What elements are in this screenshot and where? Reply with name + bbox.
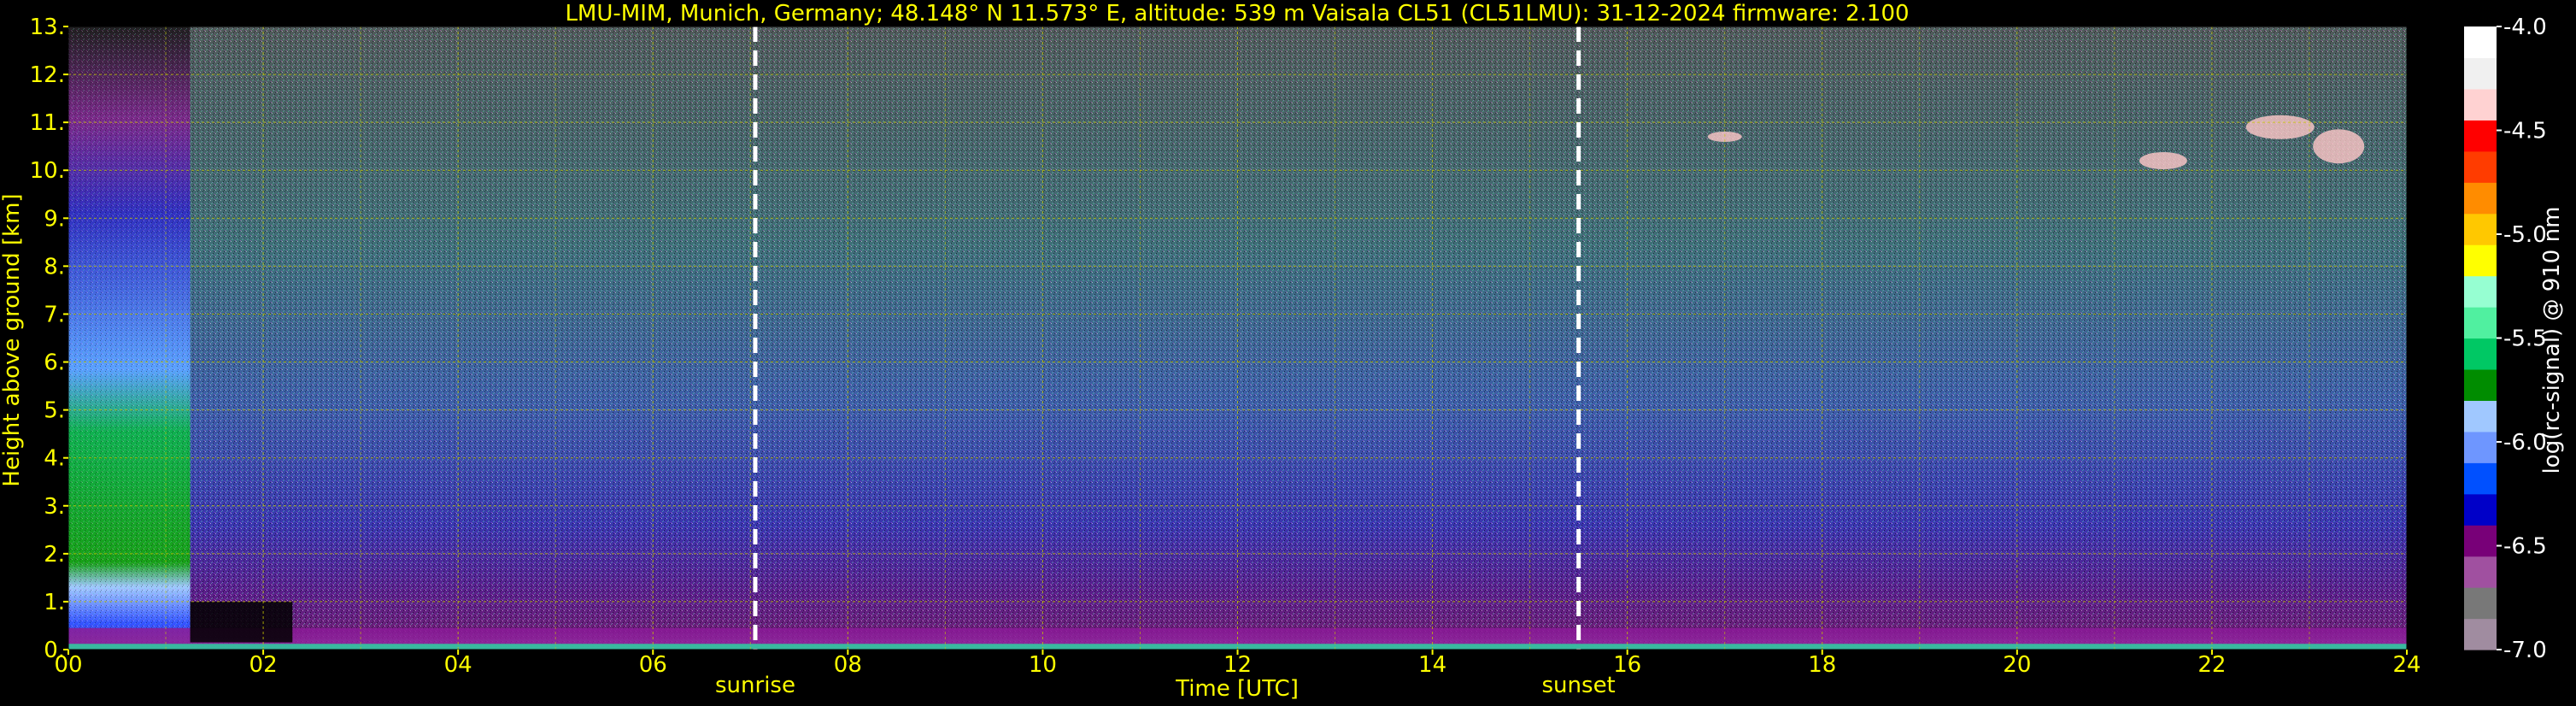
x-tick-label: 16	[1613, 652, 1641, 678]
y-tick-label: 4.	[44, 446, 65, 472]
x-tick-label: 10	[1029, 652, 1057, 678]
y-tick-label: 2.	[44, 542, 65, 568]
colorbar-swatch	[2464, 120, 2497, 152]
x-tick-label: 24	[2392, 652, 2421, 678]
colorbar-swatch	[2464, 431, 2497, 463]
y-tick-label: 10.	[30, 158, 65, 184]
colorbar-swatch	[2464, 275, 2497, 308]
colorbar-swatch	[2464, 182, 2497, 215]
y-tick-label: 7.	[44, 302, 65, 327]
colorbar-label: log(rc-signal) @ 910 nm	[2539, 207, 2565, 474]
x-tick-label: 14	[1418, 652, 1446, 678]
colorbar-swatch	[2464, 307, 2497, 339]
colorbar-swatch	[2464, 57, 2497, 90]
x-tick-label: 02	[249, 652, 278, 678]
cirrus-patch	[2139, 152, 2187, 170]
marker-label-sunrise: sunrise	[715, 673, 795, 698]
colorbar-tick-label: -4.0	[2503, 15, 2547, 40]
low-cloud-gap	[190, 601, 293, 643]
chart-title: LMU-MIM, Munich, Germany; 48.148° N 11.5…	[565, 1, 1909, 26]
colorbar-swatch	[2464, 244, 2497, 277]
x-tick-label: 20	[2003, 652, 2031, 678]
x-axis-label: Time [UTC]	[1175, 676, 1299, 702]
colorbar-swatch	[2464, 587, 2497, 620]
x-tick-label: 06	[639, 652, 667, 678]
colorbar-swatch	[2464, 26, 2497, 59]
colorbar-swatch	[2464, 525, 2497, 557]
colorbar-swatch	[2464, 338, 2497, 370]
colorbar-swatch	[2464, 368, 2497, 401]
y-tick-label: 5.	[44, 398, 65, 424]
x-tick-label: 12	[1223, 652, 1252, 678]
y-axis-label: Height above ground [km]	[0, 193, 25, 486]
y-tick-label: 6.	[44, 350, 65, 376]
ceilometer-chart: sunrise sunset 00 02 04 06 08 10 12 14 16 18 20 22 24…	[0, 1, 2565, 702]
x-tick-label: 18	[1808, 652, 1836, 678]
colorbar-swatch	[2464, 493, 2497, 526]
x-tick-label: 08	[834, 652, 862, 678]
x-tick-label: 04	[444, 652, 472, 678]
cirrus-patch	[2245, 115, 2315, 139]
y-tick-label: 11.	[30, 110, 65, 136]
y-tick-label: 13.	[30, 15, 65, 40]
y-tick-label: 8.	[44, 254, 65, 279]
colorbar-swatch	[2464, 618, 2497, 650]
early-profile-noise	[68, 26, 191, 650]
colorbar-swatch	[2464, 400, 2497, 432]
marker-label-sunset: sunset	[1542, 673, 1616, 698]
colorbar-swatch	[2464, 462, 2497, 495]
y-tick-label: 1.	[44, 590, 65, 615]
colorbar-swatch	[2464, 150, 2497, 183]
cirrus-patch	[2313, 129, 2365, 164]
y-tick-label: 3.	[44, 494, 65, 520]
colorbar-swatch	[2464, 213, 2497, 245]
x-tick-label: 22	[2198, 652, 2226, 678]
y-tick-label: 0.	[44, 638, 65, 663]
colorbar-tick-label: -4.5	[2503, 119, 2547, 144]
colorbar: -4.0-4.5-5.0-5.5-6.0-6.5-7.0	[2464, 15, 2547, 663]
colorbar-swatch	[2464, 556, 2497, 588]
colorbar-tick-label: -6.5	[2503, 534, 2547, 560]
colorbar-tick-label: -7.0	[2503, 638, 2547, 663]
y-tick-label: 9.	[44, 206, 65, 232]
colorbar-swatch	[2464, 88, 2497, 121]
y-tick-label: 12.	[30, 62, 65, 88]
